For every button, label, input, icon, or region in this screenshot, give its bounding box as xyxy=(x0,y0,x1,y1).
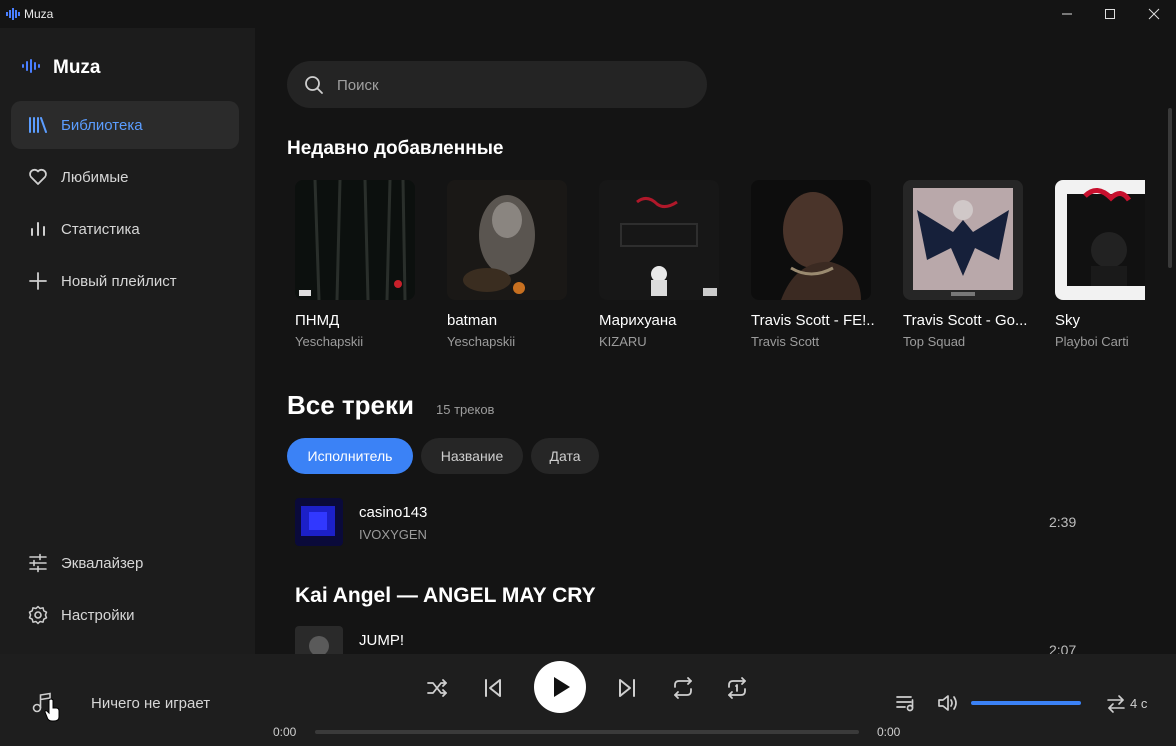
close-icon xyxy=(1148,8,1160,20)
album-name: Sky xyxy=(1055,312,1081,329)
app-logo: Muza xyxy=(53,57,101,78)
album-artist: Top Squad xyxy=(903,334,966,349)
track-duration: 2:39 xyxy=(1049,514,1077,530)
album-name: ПНМД xyxy=(295,312,340,329)
album-artist: Playboi Carti xyxy=(1055,334,1129,349)
volume-icon[interactable] xyxy=(937,692,959,714)
next-icon[interactable] xyxy=(615,676,639,700)
album-artist: Yeschapskii xyxy=(447,334,516,349)
sidebar-item-label: Статистика xyxy=(61,221,140,238)
current-time: 0:00 xyxy=(273,725,297,739)
album-card[interactable]: Travis Scott - Go... Top Squad xyxy=(895,180,1027,349)
play-button[interactable] xyxy=(534,661,586,713)
sort-by-artist-button[interactable]: Исполнитель xyxy=(287,438,413,474)
album-card[interactable]: Sky Playboi Carti xyxy=(1047,180,1145,349)
progress-bar[interactable] xyxy=(315,730,859,734)
play-icon xyxy=(554,677,570,697)
repeat-icon[interactable] xyxy=(671,676,695,700)
volume-slider[interactable] xyxy=(971,701,1081,705)
repeat-one-icon[interactable] xyxy=(725,676,749,700)
scrollbar[interactable] xyxy=(1168,108,1172,268)
album-cover xyxy=(295,180,415,300)
sort-by-title-button[interactable]: Название xyxy=(421,438,523,474)
total-time: 0:00 xyxy=(877,725,901,739)
album-group-title: Kai Angel — ANGEL MAY CRY xyxy=(295,584,596,607)
album-cover xyxy=(599,180,719,300)
album-cover xyxy=(903,180,1023,300)
album-card[interactable]: Travis Scott - FE!... Travis Scott xyxy=(743,180,875,349)
shuffle-icon[interactable] xyxy=(425,676,449,700)
player-bar: Ничего не играет 0:00 0:00 4 с xyxy=(0,654,1176,746)
heart-icon xyxy=(29,168,47,185)
sidebar-item-label: Библиотека xyxy=(61,117,143,134)
maximize-button[interactable] xyxy=(1087,0,1133,28)
sidebar-item-label: Новый плейлист xyxy=(61,273,177,290)
close-button[interactable] xyxy=(1131,0,1176,28)
now-playing-text: Ничего не играет xyxy=(91,695,211,712)
track-count: 15 треков xyxy=(436,402,495,417)
library-icon xyxy=(29,117,47,133)
track-cover xyxy=(295,498,343,546)
track-row[interactable]: casino143 IVOXYGEN 2:39 xyxy=(295,498,1095,546)
window-title: Muza xyxy=(24,7,54,21)
equalizer-icon xyxy=(29,553,47,573)
album-name: batman xyxy=(447,312,498,329)
minimize-button[interactable] xyxy=(1044,0,1090,28)
sort-by-date-button[interactable]: Дата xyxy=(531,438,599,474)
sidebar-item-library[interactable]: Библиотека xyxy=(11,101,239,149)
cursor-icon xyxy=(44,698,60,722)
search-input[interactable]: Поиск xyxy=(287,61,707,108)
app-logo-icon xyxy=(6,8,20,20)
title-bar: Muza xyxy=(0,0,1176,28)
album-name: Travis Scott - Go... xyxy=(903,312,1027,329)
recent-section-title: Недавно добавленные xyxy=(287,138,504,159)
album-name: Travis Scott - FE!... xyxy=(751,312,875,329)
search-icon xyxy=(305,76,323,94)
sidebar-item-statistics[interactable]: Статистика xyxy=(11,205,239,253)
album-cover xyxy=(447,180,567,300)
sidebar-item-label: Эквалайзер xyxy=(61,555,144,572)
track-row[interactable]: JUMP! 2:07 xyxy=(295,626,1095,654)
crossfade-value: 4 с xyxy=(1130,696,1148,711)
maximize-icon xyxy=(1105,9,1115,19)
album-artist: KIZARU xyxy=(599,334,647,349)
all-tracks-title: Все треки xyxy=(287,390,414,420)
sidebar-item-label: Любимые xyxy=(61,169,129,186)
sidebar-item-settings[interactable]: Настройки xyxy=(11,591,239,639)
album-artist: Travis Scott xyxy=(751,334,820,349)
album-card[interactable]: Марихуана KIZARU xyxy=(591,180,721,349)
sidebar-item-new-playlist[interactable]: Новый плейлист xyxy=(11,257,239,305)
album-artist: Yeschapskii xyxy=(295,334,364,349)
search-placeholder: Поиск xyxy=(337,77,379,94)
album-name: Марихуана xyxy=(599,312,677,329)
logo-icon xyxy=(22,59,40,73)
track-cover xyxy=(295,626,343,654)
sidebar-item-equalizer[interactable]: Эквалайзер xyxy=(11,539,239,587)
main-content: Поиск Недавно добавленные ПНМД Yeschapsk… xyxy=(255,28,1176,654)
queue-icon[interactable] xyxy=(895,692,917,714)
album-card[interactable]: ПНМД Yeschapskii xyxy=(287,180,417,349)
track-name: JUMP! xyxy=(359,632,404,649)
track-name: casino143 xyxy=(359,504,428,521)
plus-icon xyxy=(29,272,47,290)
minimize-icon xyxy=(1062,13,1072,15)
track-duration: 2:07 xyxy=(1049,642,1077,654)
sidebar: Muza Библиотека Любимые Статистика Новый… xyxy=(0,28,255,654)
settings-icon xyxy=(28,605,48,625)
stats-icon xyxy=(31,222,45,236)
previous-icon[interactable] xyxy=(481,676,505,700)
album-cover xyxy=(1055,180,1145,300)
crossfade-icon[interactable] xyxy=(1106,694,1126,714)
album-card[interactable]: batman Yeschapskii xyxy=(439,180,569,349)
sidebar-item-favorites[interactable]: Любимые xyxy=(11,153,239,201)
track-artist: IVOXYGEN xyxy=(359,527,427,542)
sidebar-item-label: Настройки xyxy=(61,607,135,624)
album-cover xyxy=(751,180,871,300)
